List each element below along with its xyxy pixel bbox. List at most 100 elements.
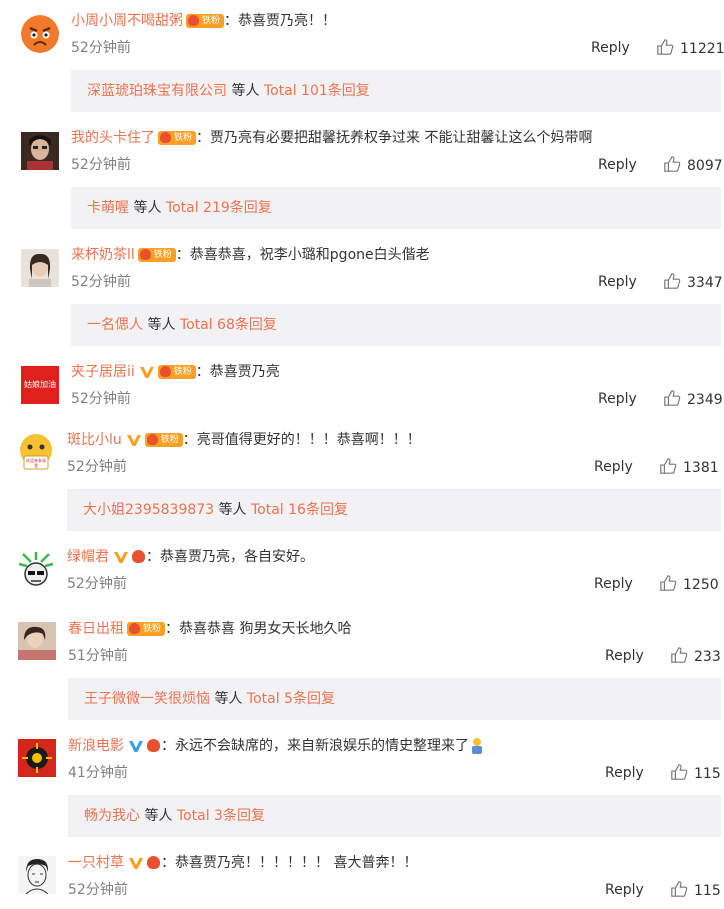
comment-header: 我的头卡住了 铁粉 ：贾乃亮有必要把甜馨抚养权争过来 不能让甜馨让这么个妈带啊 xyxy=(71,128,592,148)
comment-header: 小周小周不喝甜粥 铁粉 ：恭喜贾乃亮！！ xyxy=(71,11,336,31)
comment-text: 恭喜贾乃亮 xyxy=(209,364,280,380)
vip-v-icon xyxy=(128,856,144,870)
thumbs-up-icon xyxy=(656,38,674,56)
like-button[interactable]: 233 xyxy=(670,646,721,667)
reply-thread-bar[interactable]: 大小姐2395839873 等人 Total 16条回复 xyxy=(67,489,721,531)
avatar[interactable] xyxy=(18,856,56,894)
colon: ： xyxy=(161,855,175,871)
avatar[interactable] xyxy=(21,132,59,170)
colon: ： xyxy=(175,247,190,263)
like-count: 8097 xyxy=(687,158,723,174)
cartoon-head-icon xyxy=(17,550,55,588)
username-link[interactable]: 绿帽君 xyxy=(67,549,109,565)
thread-total-link[interactable]: Total 101条回复 xyxy=(264,83,370,99)
username-link[interactable]: 新浪电影 xyxy=(68,738,124,754)
colon: ： xyxy=(161,738,175,754)
like-button[interactable]: 115 xyxy=(670,880,721,901)
reply-thread-bar[interactable]: 深蓝琥珀珠宝有限公司 等人 Total 101条回复 xyxy=(71,70,721,112)
comment-text: 恭喜贾乃亮！！！！！！ 喜大普奔！！ xyxy=(175,855,418,871)
reply-thread-bar[interactable]: 一名偲人 等人 Total 68条回复 xyxy=(71,304,721,346)
thread-user-link[interactable]: 深蓝琥珀珠宝有限公司 xyxy=(87,83,227,99)
comment-time: 52分钟前 xyxy=(71,391,131,407)
like-count: 11221 xyxy=(680,41,724,57)
reply-button[interactable]: Reply xyxy=(594,457,633,477)
comment-time: 41分钟前 xyxy=(68,765,128,781)
username-link[interactable]: 春日出租 xyxy=(68,621,124,637)
avatar[interactable] xyxy=(18,739,56,777)
username-link[interactable]: 斑比小lu xyxy=(67,432,122,448)
fan-badge-icon xyxy=(147,739,161,753)
thumbs-up-icon xyxy=(663,272,681,290)
thread-user-link[interactable]: 一名偲人 xyxy=(87,317,143,333)
reply-button[interactable]: Reply xyxy=(594,574,633,594)
comment-time: 52分钟前 xyxy=(71,157,131,173)
reply-button[interactable]: Reply xyxy=(598,389,637,409)
reply-button[interactable]: Reply xyxy=(591,38,630,58)
like-count: 2349 xyxy=(687,392,723,408)
vip-v-icon xyxy=(139,365,155,379)
avatar[interactable]: 姑娘加油 xyxy=(21,366,59,404)
angry-face-icon xyxy=(21,15,59,53)
username-link[interactable]: 来杯奶茶ll xyxy=(71,247,135,263)
comment-text: 永远不会缺席的，来自新浪娱乐的情史整理来了 xyxy=(175,738,469,754)
thread-middle: 等人 xyxy=(214,502,251,518)
reply-button[interactable]: Reply xyxy=(605,763,644,783)
username-link[interactable]: 一只村草 xyxy=(68,855,124,871)
comment-header: 来杯奶茶ll 铁粉 ：恭喜恭喜，祝李小璐和pgone白头偕老 xyxy=(71,245,430,265)
avatar[interactable] xyxy=(21,15,59,53)
colon: ： xyxy=(195,364,210,380)
thread-total-link[interactable]: Total 16条回复 xyxy=(251,502,348,518)
comment-time: 51分钟前 xyxy=(68,648,128,664)
avatar[interactable]: 欢迎来参观我 xyxy=(17,433,55,471)
thumbs-up-icon xyxy=(670,646,688,664)
avatar[interactable] xyxy=(18,622,56,660)
vip-v-icon xyxy=(126,433,142,447)
avatar[interactable] xyxy=(17,550,55,588)
colon: ： xyxy=(224,13,239,29)
fan-badge-icon: 铁粉 xyxy=(144,433,183,447)
user-photo-icon xyxy=(21,249,59,287)
like-button[interactable]: 115 xyxy=(670,763,721,784)
thread-middle: 等人 xyxy=(210,691,247,707)
thread-total-link[interactable]: Total 3条回复 xyxy=(177,808,265,824)
username-link[interactable]: 小周小周不喝甜粥 xyxy=(71,13,183,29)
reply-thread-bar[interactable]: 王子微微一笑很烦恼 等人 Total 5条回复 xyxy=(68,678,721,720)
comment-header: 斑比小lu 铁粉 ：亮哥值得更好的！！！恭喜啊！！！ xyxy=(67,430,421,450)
thread-user-link[interactable]: 大小姐2395839873 xyxy=(83,502,214,518)
like-button[interactable]: 1381 xyxy=(659,457,719,478)
reply-button[interactable]: Reply xyxy=(605,880,644,900)
thumbs-up-icon xyxy=(663,155,681,173)
username-link[interactable]: 我的头卡住了 xyxy=(71,130,155,146)
comment-text: 恭喜贾乃亮！！ xyxy=(238,13,337,29)
fan-badge-icon xyxy=(132,550,146,564)
reply-button[interactable]: Reply xyxy=(598,155,637,175)
sina-movie-logo-icon xyxy=(18,739,56,777)
thread-user-link[interactable]: 卡萌喔 xyxy=(87,200,129,216)
like-button[interactable]: 1250 xyxy=(659,574,719,595)
like-button[interactable]: 2349 xyxy=(663,389,723,410)
fan-badge-icon: 铁粉 xyxy=(186,14,225,28)
thread-total-link[interactable]: Total 219条回复 xyxy=(166,200,272,216)
comment-time: 52分钟前 xyxy=(67,576,127,592)
like-count: 3347 xyxy=(687,275,723,291)
like-button[interactable]: 3347 xyxy=(663,272,723,293)
thread-middle: 等人 xyxy=(227,83,264,99)
reply-thread-bar[interactable]: 畅为我心 等人 Total 3条回复 xyxy=(68,795,721,837)
figure-emoji-icon xyxy=(472,738,482,754)
thumbs-up-icon xyxy=(659,574,677,592)
avatar-text: 欢迎来参观我 xyxy=(26,458,46,468)
colon: ： xyxy=(196,130,211,146)
thread-user-link[interactable]: 畅为我心 xyxy=(84,808,140,824)
like-button[interactable]: 11221 xyxy=(656,38,724,59)
thread-user-link[interactable]: 王子微微一笑很烦恼 xyxy=(84,691,210,707)
reply-thread-bar[interactable]: 卡萌喔 等人 Total 219条回复 xyxy=(71,187,721,229)
avatar[interactable] xyxy=(21,249,59,287)
verified-blue-v-icon xyxy=(128,739,144,753)
reply-button[interactable]: Reply xyxy=(598,272,637,292)
thread-total-link[interactable]: Total 68条回复 xyxy=(180,317,277,333)
comment-header: 夹子居居ii 铁粉 ：恭喜贾乃亮 xyxy=(71,362,280,382)
like-button[interactable]: 8097 xyxy=(663,155,723,176)
reply-button[interactable]: Reply xyxy=(605,646,644,666)
username-link[interactable]: 夹子居居ii xyxy=(71,364,135,380)
thread-total-link[interactable]: Total 5条回复 xyxy=(247,691,335,707)
